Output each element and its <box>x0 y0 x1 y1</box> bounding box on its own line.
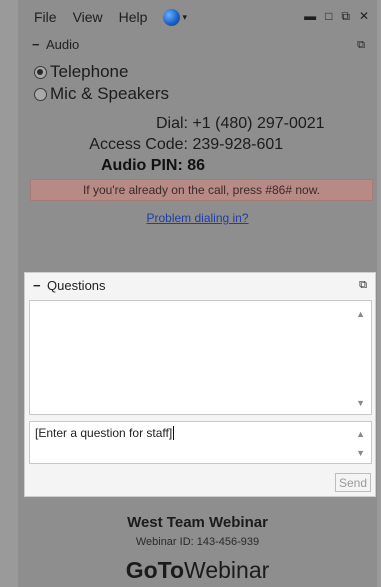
mic-speakers-label: Mic & Speakers <box>50 84 170 103</box>
scroll-up-icon[interactable]: ▲ <box>356 429 365 439</box>
close-icon[interactable]: ✕ <box>359 9 369 24</box>
mic-speakers-option[interactable]: Mic & Speakers <box>34 84 169 104</box>
webinar-id: Webinar ID: 143-456-939 <box>18 536 377 548</box>
audio-pin-label: Audio PIN: <box>101 157 183 174</box>
dial-line: Dial: +1 (480) 297-0021 <box>18 115 325 133</box>
questions-popout-icon[interactable]: ⧉ <box>359 279 367 292</box>
popout-icon[interactable]: ⧉ <box>341 9 350 24</box>
collapse-icon[interactable]: − <box>33 278 47 293</box>
window-controls: ▬ □ ⧉ ✕ <box>304 9 369 24</box>
webinar-id-label: Webinar ID: <box>135 536 194 548</box>
minimize-icon[interactable]: ▬ <box>304 9 316 24</box>
audio-popout-icon[interactable]: ⧉ <box>357 39 365 52</box>
menu-help[interactable]: Help <box>119 9 148 25</box>
webinar-title: West Team Webinar <box>127 514 268 531</box>
radio-selected-icon[interactable] <box>34 65 47 79</box>
questions-header-label: Questions <box>47 278 106 293</box>
send-button[interactable]: Send <box>335 473 371 492</box>
questions-log[interactable]: ▲ ▼ <box>29 300 372 415</box>
restore-icon[interactable]: □ <box>325 9 332 24</box>
caret-down-icon[interactable]: ▾ <box>182 12 187 23</box>
audio-pin-value: 86 <box>187 157 206 174</box>
dial-label: Dial: <box>155 115 188 132</box>
access-code-label: Access Code: <box>89 136 188 153</box>
webinar-id-value: 143-456-939 <box>196 536 260 548</box>
menu-view[interactable]: View <box>73 9 103 25</box>
question-input-text: [Enter a question for staff] <box>35 426 175 440</box>
scroll-down-icon[interactable]: ▼ <box>356 448 365 458</box>
dial-number: +1 (480) 297-0021 <box>192 115 325 132</box>
menu-file[interactable]: File <box>34 9 57 25</box>
audio-pin: Audio PIN: 86 <box>101 157 205 175</box>
telephone-option[interactable]: Telephone <box>34 62 128 82</box>
problem-dialing-link[interactable]: Problem dialing in? <box>18 211 377 225</box>
scroll-up-icon[interactable]: ▲ <box>356 309 365 319</box>
gotowebinar-logo: GoToWebinar <box>125 557 270 583</box>
globe-icon[interactable] <box>163 8 181 26</box>
audio-header-label: Audio <box>46 37 80 52</box>
notice-text: If you're already on the call, press #86… <box>82 183 321 197</box>
question-input[interactable]: [Enter a question for staff] ▲ ▼ <box>29 421 372 464</box>
collapse-icon[interactable]: − <box>32 37 46 52</box>
scroll-down-icon[interactable]: ▼ <box>356 398 365 408</box>
questions-panel: − Questions ⧉ ▲ ▼ [Enter a question for … <box>24 272 376 497</box>
app-window: File View Help ▾ ▬ □ ⧉ ✕ − Audio ⧉ Telep… <box>18 0 377 587</box>
audio-header[interactable]: − Audio <box>32 37 79 52</box>
telephone-label: Telephone <box>50 62 129 81</box>
questions-header[interactable]: − Questions <box>33 278 106 293</box>
access-code-value: 239-928-601 <box>192 136 284 153</box>
access-code-line: Access Code: 239-928-601 <box>18 136 283 154</box>
already-on-call-notice: If you're already on the call, press #86… <box>30 179 373 201</box>
radio-unselected-icon[interactable] <box>34 87 47 101</box>
